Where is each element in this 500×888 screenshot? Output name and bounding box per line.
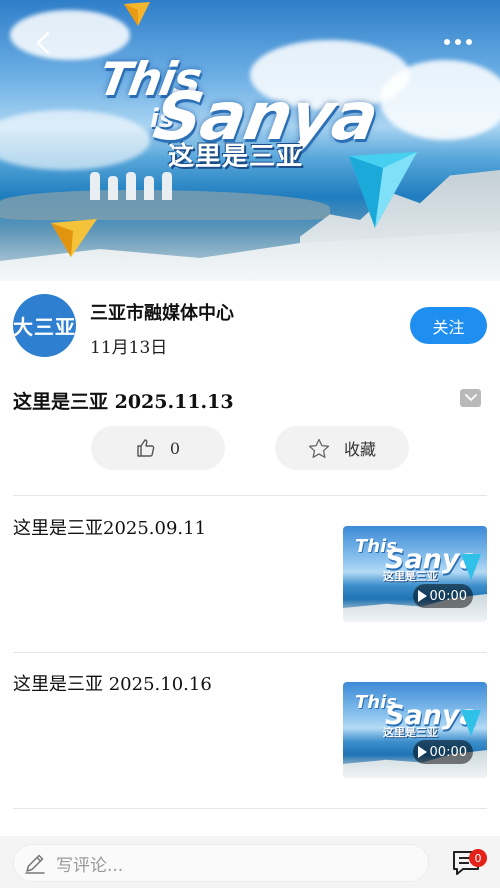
follow-button[interactable]: 关注	[410, 307, 487, 344]
comment-count-badge: 0	[469, 849, 487, 867]
more-button[interactable]	[438, 32, 478, 52]
comment-input[interactable]: 写评论...	[13, 844, 429, 882]
avatar[interactable]: 大三亚	[13, 294, 76, 357]
hero-subtitle: 这里是三亚	[168, 142, 304, 172]
diamond-decoration	[461, 710, 481, 736]
video-duration: 00:00	[429, 744, 467, 760]
video-duration-badge: 00:00	[412, 584, 473, 608]
divider	[13, 808, 487, 809]
pencil-icon	[25, 854, 45, 874]
author-row: 大三亚 三亚市融媒体中心 11月13日 关注	[0, 281, 500, 371]
more-dot-icon	[466, 39, 472, 45]
video-thumbnail[interactable]: This Sanya 这里是三亚 00:00	[343, 682, 487, 778]
like-button[interactable]: 0	[91, 426, 225, 470]
chevron-down-icon	[464, 394, 477, 401]
diamond-decoration	[461, 554, 481, 580]
thumbnail-text: 这里是三亚	[383, 570, 438, 583]
more-dot-icon	[455, 39, 461, 45]
more-dot-icon	[444, 39, 450, 45]
favorite-label: 收藏	[343, 440, 376, 459]
chevron-left-icon	[36, 31, 50, 55]
tower-decoration	[90, 172, 100, 200]
video-duration: 00:00	[429, 588, 467, 604]
video-thumbnail[interactable]: This Sanya 这里是三亚 00:00	[343, 526, 487, 622]
tower-decoration	[144, 176, 154, 200]
list-item[interactable]: 这里是三亚 2025.10.16 This Sanya 这里是三亚 00:00	[0, 652, 500, 808]
tower-decoration	[162, 172, 172, 200]
play-icon	[417, 746, 427, 758]
comment-bar: 写评论...	[0, 836, 500, 888]
author-name[interactable]: 三亚市融媒体中心	[90, 299, 234, 325]
tower-decoration	[126, 172, 136, 200]
publish-date: 11月13日	[90, 338, 168, 358]
yellow-diamond-decoration	[51, 219, 97, 257]
tower-decoration	[108, 176, 118, 200]
thumbnail-text: 这里是三亚	[383, 726, 438, 739]
video-duration-badge: 00:00	[412, 740, 473, 764]
cloud-decoration	[380, 60, 500, 140]
avatar-text: 大三亚	[13, 315, 76, 339]
hero-banner[interactable]: This is Sanya 这里是三亚	[0, 0, 500, 281]
cyan-diamond-decoration	[349, 152, 417, 228]
back-button[interactable]	[28, 28, 58, 58]
favorite-button[interactable]: 收藏	[275, 426, 409, 470]
article-title: 这里是三亚 2025.11.13	[13, 391, 234, 413]
yellow-diamond-decoration	[124, 2, 150, 26]
list-item-title: 这里是三亚2025.09.11	[13, 518, 207, 539]
thumbs-up-icon	[137, 439, 155, 457]
list-item-title: 这里是三亚 2025.10.16	[13, 674, 212, 695]
comment-placeholder: 写评论...	[56, 855, 124, 876]
cloud-decoration	[0, 110, 150, 170]
like-count: 0	[169, 438, 181, 458]
star-icon	[308, 438, 330, 458]
play-icon	[417, 590, 427, 602]
expand-toggle-button[interactable]	[460, 389, 481, 407]
list-item[interactable]: 这里是三亚2025.09.11 This Sanya 这里是三亚 00:00	[0, 496, 500, 652]
